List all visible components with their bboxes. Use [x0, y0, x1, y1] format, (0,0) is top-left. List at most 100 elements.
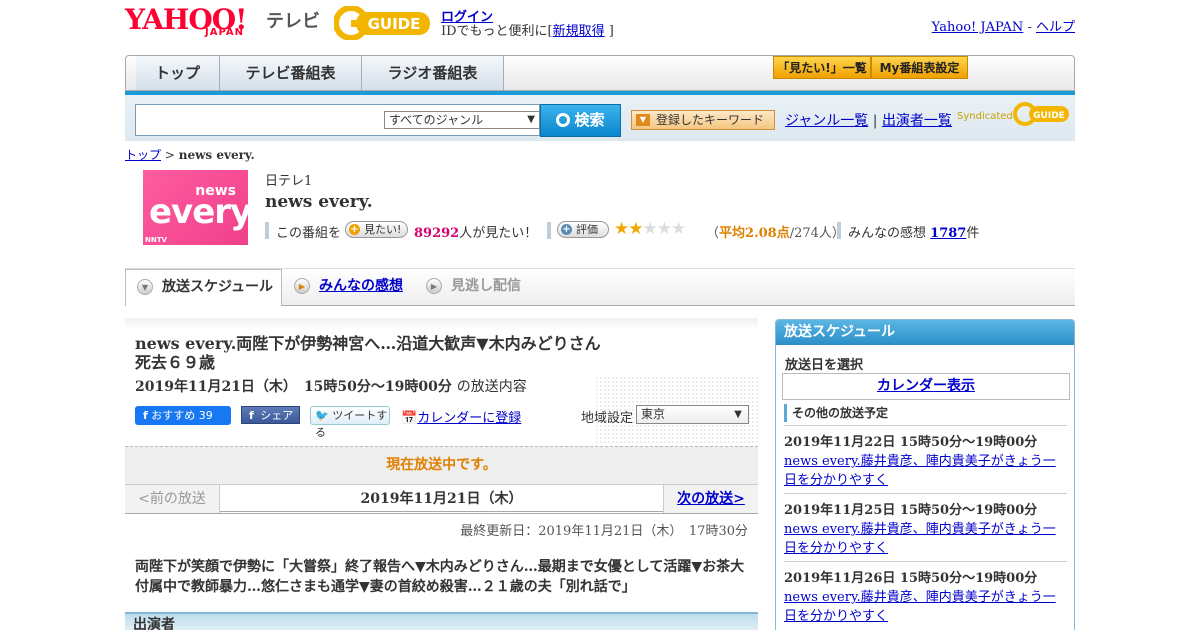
- divider-bar: [837, 222, 841, 239]
- rate-button[interactable]: + 評価: [557, 221, 609, 238]
- want-prefix: この番組を: [276, 226, 342, 241]
- facebook-share-label: シェア: [260, 409, 294, 422]
- rating-average-value: 2.08点: [745, 226, 790, 241]
- syndicated-label: Syndicated: [957, 111, 1013, 122]
- breadcrumb-home[interactable]: トップ: [125, 148, 161, 162]
- header-links: Yahoo! JAPAN - ヘルプ: [932, 16, 1075, 35]
- last-updated: 最終更新日：2019年11月21日（木） 17時30分: [460, 524, 748, 539]
- search-button-label: 検索: [574, 111, 605, 129]
- search-button[interactable]: 検索: [540, 104, 621, 137]
- episode-description: 両陛下が笑顔で伊勢に「大嘗祭」終了報告へ▼木内みどりさん…最期まで女優として活躍…: [135, 559, 745, 595]
- list-item: 2019年11月22日 15時50分～19時00分 news every.藤井貴…: [784, 425, 1067, 490]
- broadcast-date: 2019年11月25日 15時50分～19時00分: [784, 503, 1038, 518]
- id-promo-suffix: ]: [608, 24, 614, 39]
- next-broadcast-link[interactable]: 次の放送>: [677, 491, 745, 507]
- registered-keywords-label: 登録したキーワード: [656, 113, 765, 127]
- broadcast-date: 2019年11月26日 15時50分～19時00分: [784, 571, 1038, 586]
- episode-title: news every.両陛下が伊勢神宮へ…沿道大歓声▼木内みどりさん死去６９歳: [135, 334, 601, 372]
- region-select-value: 東京: [641, 407, 666, 421]
- episode-date: 2019年11月21日（木） 15時50分～19時00分: [135, 379, 452, 395]
- facebook-recommend-label: おすすめ 39: [151, 409, 213, 422]
- nav-tab-radio-schedule[interactable]: ラジオ番組表: [362, 56, 504, 90]
- reviews-count-link[interactable]: 1787: [930, 226, 966, 241]
- calendar-register[interactable]: 📅カレンダーに登録: [401, 407, 521, 426]
- calendar-display-link[interactable]: カレンダー表示: [877, 378, 975, 394]
- rating-average-open: （: [706, 226, 720, 241]
- star-empty-icon: ★★★: [642, 219, 686, 239]
- genre-list-link[interactable]: ジャンル一覧: [785, 113, 868, 129]
- now-on-air-banner: 現在放送中です。: [125, 446, 758, 484]
- broadcast-pager: <前の放送 2019年11月21日（木） 次の放送>: [125, 484, 758, 514]
- calendar-register-link[interactable]: カレンダーに登録: [417, 411, 521, 426]
- gguide-logo: GUIDE: [333, 5, 432, 41]
- sidebar-schedule: 放送スケジュール 放送日を選択 カレンダー表示 その他の放送予定 2019年11…: [775, 319, 1075, 630]
- region-label: 地域設定: [581, 411, 634, 426]
- tab-vod-label: 見逃し配信: [451, 278, 521, 294]
- calendar-display-button[interactable]: カレンダー表示: [782, 373, 1070, 400]
- pager-date: 2019年11月21日（木）: [360, 491, 523, 507]
- program-logo: news every. NNTV: [143, 170, 248, 245]
- tab-schedule[interactable]: ▼ 放送スケジュール: [125, 269, 282, 306]
- select-date-label: 放送日を選択: [785, 358, 864, 373]
- yahoo-japan-logo-text: JAPAN: [205, 27, 244, 38]
- list-item: 2019年11月26日 15時50分～19時00分 news every.藤井貴…: [784, 561, 1067, 626]
- calendar-icon: 📅: [401, 411, 418, 426]
- id-promo-text: IDでもっと便利に[新規取得 ]: [441, 20, 614, 39]
- nav-tab-tv-schedule[interactable]: テレビ番組表: [220, 56, 362, 90]
- tv-logo-text: テレビ: [266, 11, 320, 32]
- broadcast-title-link[interactable]: news every.藤井貴彦、陣内貴美子がきょう一日を分かりやすく: [784, 588, 1067, 626]
- search-bar: すべてのジャンル ▼ 検索 ▼ 登録したキーワード ジャンル一覧 | 出演者一覧…: [125, 95, 1075, 141]
- tab-reviews[interactable]: ▶ みんなの感想: [283, 269, 413, 305]
- my-schedule-settings-button[interactable]: My番組表設定: [871, 56, 968, 79]
- want-list-button[interactable]: 「見たい!」一覧: [773, 56, 871, 79]
- header-separator: -: [1027, 20, 1032, 35]
- episode-date-suffix: の放送内容: [456, 379, 527, 395]
- help-link[interactable]: ヘルプ: [1036, 20, 1075, 35]
- channel-name: 日テレ1: [265, 174, 313, 189]
- divider-bar: [265, 222, 269, 239]
- episode-datetime: 2019年11月21日（木） 15時50分～19時00分 の放送内容: [135, 376, 527, 396]
- tab-schedule-label: 放送スケジュール: [162, 279, 274, 295]
- want-button[interactable]: + 見たい!: [345, 221, 408, 238]
- facebook-icon: f: [249, 409, 254, 422]
- chevron-right-icon: ▶: [426, 278, 442, 294]
- other-broadcasts-heading: その他の放送予定: [784, 404, 888, 422]
- gguide-logo-text: GUIDE: [368, 15, 421, 33]
- facebook-share-button[interactable]: f シェア: [241, 406, 300, 424]
- program-logo-main: every.: [149, 192, 248, 232]
- rate-button-label: 評価: [576, 223, 598, 236]
- tweet-button[interactable]: 🐦 ツイートする: [310, 406, 390, 439]
- twitter-icon: 🐦: [315, 409, 329, 422]
- broadcast-title-link[interactable]: news every.藤井貴彦、陣内貴美子がきょう一日を分かりやすく: [784, 452, 1067, 490]
- want-button-label: 見たい!: [364, 223, 402, 236]
- plus-icon: +: [349, 224, 360, 235]
- search-icon: [556, 113, 571, 127]
- program-logo-ntv: NNTV: [145, 236, 167, 244]
- genre-select-value: すべてのジャンル: [389, 113, 484, 127]
- dropdown-arrow-icon: ▼: [527, 114, 535, 125]
- star-filled-icon: ★★: [614, 219, 644, 239]
- performer-list-link[interactable]: 出演者一覧: [882, 113, 952, 129]
- next-broadcast[interactable]: 次の放送>: [663, 485, 758, 513]
- program-tabs: ▼ 放送スケジュール ▶ みんなの感想 ▶ 見逃し配信: [125, 269, 1075, 306]
- broadcast-date: 2019年11月22日 15時50分～19時00分: [784, 435, 1038, 450]
- rating-average-label: 平均: [719, 226, 746, 241]
- registered-keywords-button[interactable]: ▼ 登録したキーワード: [631, 110, 775, 130]
- region-select[interactable]: 東京 ▼: [636, 405, 749, 424]
- prev-broadcast: <前の放送: [125, 485, 220, 513]
- reviews-prefix: みんなの感想: [848, 226, 927, 241]
- broadcast-title-link[interactable]: news every.藤井貴彦、陣内貴美子がきょう一日を分かりやすく: [784, 520, 1067, 558]
- yahoo-japan-link[interactable]: Yahoo! JAPAN: [932, 20, 1024, 35]
- signup-link[interactable]: 新規取得: [553, 24, 605, 39]
- want-count-suffix: 人が見たい！: [459, 226, 538, 241]
- id-promo-prefix: IDでもっと便利に[: [441, 24, 553, 39]
- want-count-number: 89292: [414, 226, 460, 241]
- breadcrumb-separator: >: [164, 148, 175, 162]
- nav-tab-top[interactable]: トップ: [136, 56, 220, 90]
- facebook-icon: f: [143, 409, 148, 422]
- facebook-recommend-button[interactable]: f おすすめ 39: [135, 406, 231, 425]
- want-count: 89292人が見たい！: [414, 222, 537, 241]
- tab-vod[interactable]: ▶ 見逃し配信: [415, 269, 545, 305]
- genre-select[interactable]: すべてのジャンル ▼: [384, 111, 540, 129]
- breadcrumb-current: news every.: [178, 148, 255, 162]
